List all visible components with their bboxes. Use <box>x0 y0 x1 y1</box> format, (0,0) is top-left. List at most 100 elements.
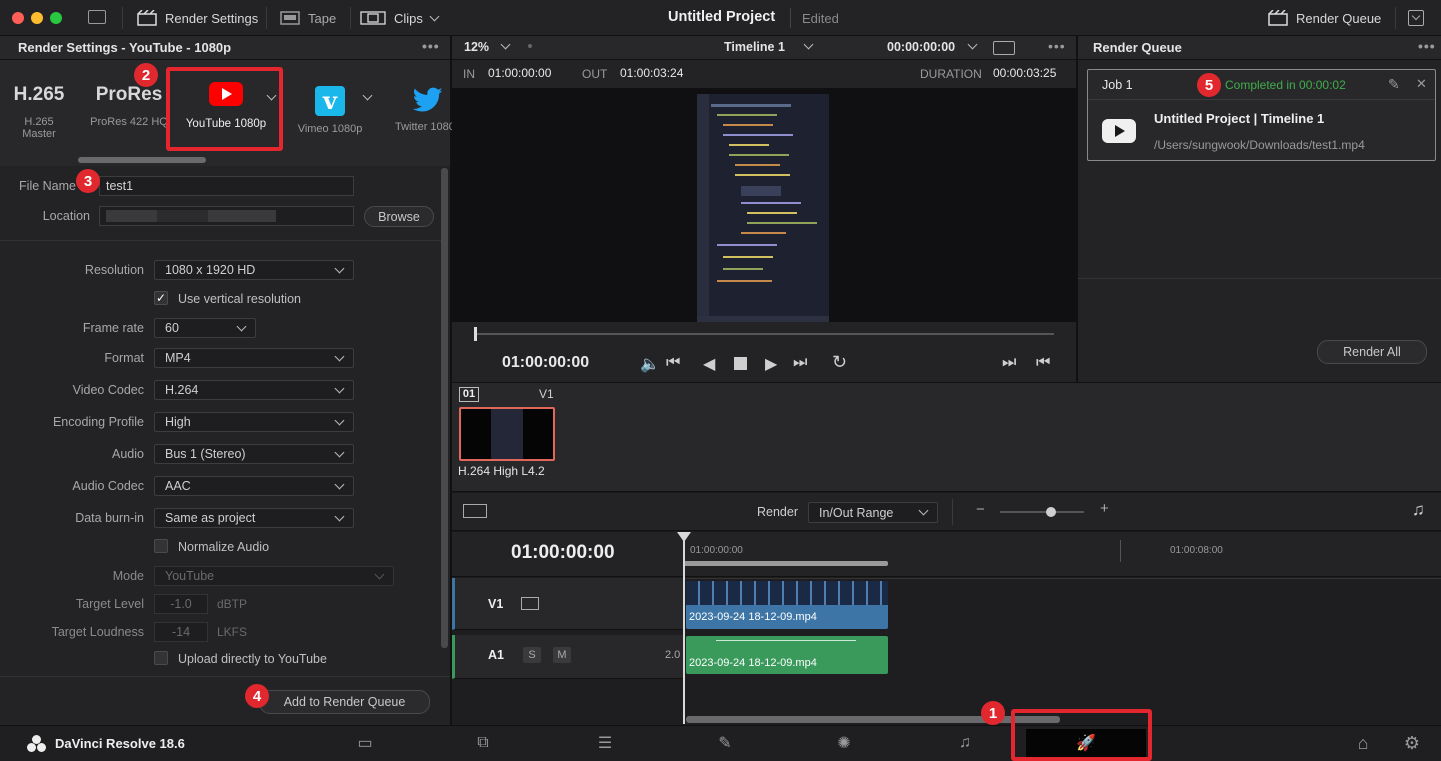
render-settings-title: Render Settings - YouTube - 1080p <box>18 40 232 55</box>
annotation-badge-5: 5 <box>1197 73 1221 97</box>
v1-label: V1 <box>488 597 504 611</box>
zoom-slider-handle[interactable] <box>1046 507 1056 517</box>
chevron-down-icon[interactable] <box>803 39 814 50</box>
viewer-canvas[interactable] <box>452 88 1076 322</box>
duration-label: DURATION <box>920 67 982 81</box>
timeline-name[interactable]: Timeline 1 <box>724 40 785 54</box>
vertical-resolution-checkbox[interactable]: ✓ <box>154 291 168 305</box>
target-level-input[interactable]: -1.0 <box>154 594 208 614</box>
preset-prores[interactable]: ProRes ProRes 422 HQ <box>88 84 170 128</box>
gear-icon[interactable]: ⚙ <box>1392 725 1432 761</box>
home-icon[interactable]: ⌂ <box>1343 725 1383 761</box>
render-all-button[interactable]: Render All <box>1317 340 1427 364</box>
stop-icon[interactable] <box>734 357 747 370</box>
close-icon[interactable]: ✕ <box>1416 76 1427 92</box>
file-name-input[interactable]: test1 <box>99 176 354 196</box>
mode-dropdown[interactable]: YouTube <box>154 566 394 586</box>
mute-button[interactable]: M <box>553 647 571 663</box>
render-settings-label: Render Settings <box>165 10 259 26</box>
audio-dropdown[interactable]: Bus 1 (Stereo) <box>154 444 354 464</box>
more-options-icon[interactable]: ••• <box>1048 38 1066 54</box>
annotation-box-1 <box>1011 709 1152 761</box>
clip-thumbnail[interactable] <box>459 407 555 461</box>
timeline-view-icon[interactable] <box>463 504 487 518</box>
audio-codec-dropdown[interactable]: AAC <box>154 476 354 496</box>
playhead-marker[interactable] <box>677 532 691 542</box>
upload-youtube-checkbox[interactable] <box>154 651 168 665</box>
data-burn-in-dropdown[interactable]: Same as project <box>154 508 354 528</box>
play-icon[interactable]: ▶ <box>765 354 777 374</box>
minimize-window-button[interactable] <box>31 12 43 24</box>
jump-start-icon[interactable]: ⏮ <box>666 354 680 372</box>
solo-button[interactable]: S <box>523 647 541 663</box>
fairlight-page-icon[interactable]: ♫ <box>945 725 985 761</box>
chevron-down-icon[interactable] <box>500 39 511 50</box>
reverse-play-icon[interactable]: ◀ <box>703 354 715 374</box>
settings-scrollbar[interactable] <box>441 168 448 648</box>
preset-scrollbar[interactable] <box>78 157 206 163</box>
render-queue-title: Render Queue <box>1093 40 1182 55</box>
encoding-profile-dropdown[interactable]: High <box>154 412 354 432</box>
render-range-dropdown[interactable]: In/Out Range <box>808 502 938 523</box>
a1-level: 2.0 <box>665 649 681 661</box>
loop-icon[interactable]: ↻ <box>832 352 847 373</box>
v1-track-header: V1 <box>452 578 684 630</box>
render-queue-toggle[interactable]: Render Queue <box>1268 0 1381 36</box>
maximize-window-button[interactable] <box>50 12 62 24</box>
jump-end-icon[interactable]: ⏭ <box>793 354 807 372</box>
render-settings-toggle[interactable]: Render Settings <box>137 0 258 36</box>
video-codec-dropdown[interactable]: H.264 <box>154 380 354 400</box>
preset-h265-label: H.265 Master <box>22 116 56 140</box>
edit-page-icon[interactable]: ☰ <box>585 725 625 761</box>
zoom-out-icon[interactable]: − <box>976 501 985 518</box>
edit-icon[interactable]: ✎ <box>1388 76 1400 93</box>
zoom-in-icon[interactable]: + <box>1100 500 1109 517</box>
chevron-down-icon <box>334 511 345 521</box>
proxy-icon[interactable] <box>993 41 1015 55</box>
preset-prores-label: ProRes 422 HQ <box>90 116 168 128</box>
workspace-icon[interactable] <box>88 10 106 24</box>
location-input[interactable] <box>99 206 354 226</box>
preset-h265[interactable]: H.265 H.265 Master <box>8 84 70 140</box>
video-clip[interactable]: 2023-09-24 18-12-09.mp4 <box>686 581 888 629</box>
timeline-ruler[interactable]: 01:00:00:00 01:00:08:00 <box>684 532 1441 577</box>
clips-toggle[interactable]: Clips <box>360 0 440 36</box>
target-loudness-unit: LKFS <box>217 625 248 639</box>
in-value: 01:00:00:00 <box>488 66 552 80</box>
normalize-audio-checkbox[interactable] <box>154 539 168 553</box>
close-window-button[interactable] <box>12 12 24 24</box>
frame-rate-dropdown[interactable]: 60 <box>154 318 256 338</box>
color-page-icon[interactable]: ✺ <box>824 725 864 761</box>
media-page-icon[interactable]: ▭ <box>345 725 385 761</box>
fusion-page-icon[interactable]: ✎ <box>705 725 745 761</box>
speaker-icon[interactable]: 🔈 <box>640 354 660 374</box>
tape-toggle[interactable]: Tape <box>280 0 336 36</box>
render-label: Render <box>757 505 798 519</box>
preset-vimeo[interactable]: v Vimeo 1080p <box>290 82 370 135</box>
zoom-level[interactable]: 12% <box>464 40 489 54</box>
timeline-playhead[interactable] <box>683 534 685 724</box>
resolution-dropdown[interactable]: 1080 x 1920 HD <box>154 260 354 280</box>
audio-clip[interactable]: 2023-09-24 18-12-09.mp4 <box>686 636 888 674</box>
render-job-card[interactable]: Job 1 Completed in 00:00:02 ✎ ✕ Untitled… <box>1087 69 1436 161</box>
in-out-range-bar[interactable] <box>684 561 888 566</box>
job-status: Completed in 00:00:02 <box>1225 78 1346 92</box>
browse-button[interactable]: Browse <box>364 206 434 227</box>
music-note-icon[interactable]: ♫ <box>1412 500 1425 520</box>
mark-out-icon[interactable]: ⏮ <box>1036 354 1050 372</box>
more-options-icon[interactable]: ••• <box>422 38 440 54</box>
davinci-logo-icon <box>27 735 47 753</box>
cut-page-icon[interactable]: ⧉ <box>463 725 503 761</box>
format-dropdown[interactable]: MP4 <box>154 348 354 368</box>
target-loudness-input[interactable]: -14 <box>154 622 208 642</box>
scrubber-bar[interactable] <box>474 333 1054 335</box>
clips-label: Clips <box>394 10 423 26</box>
zoom-slider[interactable] <box>1000 511 1084 513</box>
chevron-down-icon[interactable] <box>967 39 978 50</box>
scrubber-playhead[interactable] <box>474 327 477 341</box>
render-queue-label: Render Queue <box>1296 10 1382 26</box>
mark-in-icon[interactable]: ⏭ <box>1002 354 1016 372</box>
more-options-icon[interactable]: ••• <box>1418 38 1436 54</box>
add-to-render-queue-button[interactable]: Add to Render Queue <box>259 690 430 714</box>
collapse-panel-button[interactable] <box>1408 10 1424 26</box>
